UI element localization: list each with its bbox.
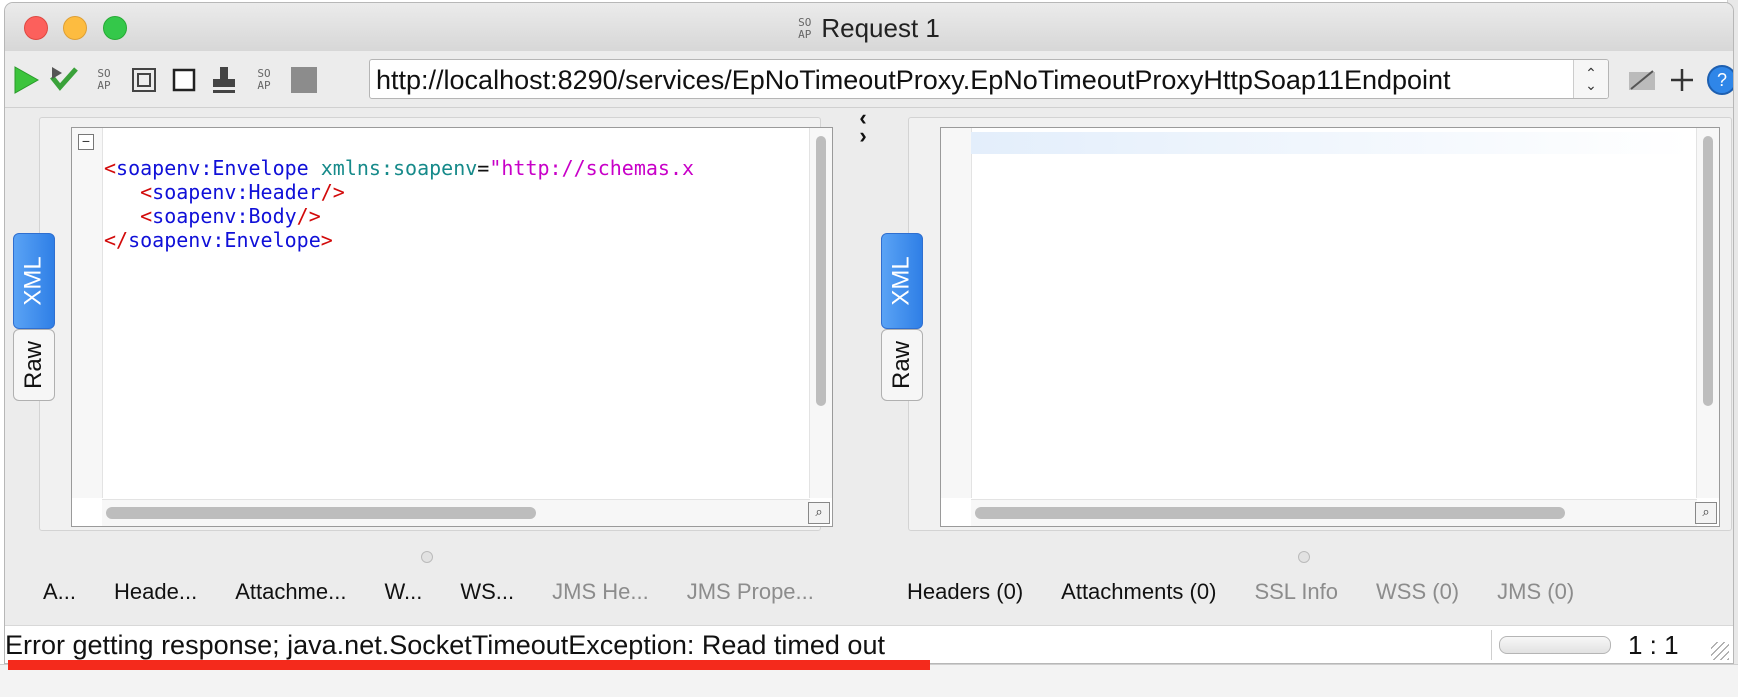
progress-bar — [1499, 636, 1611, 654]
soap-icon[interactable]: SO AP — [87, 63, 121, 97]
tab-ws-rm[interactable]: WS... — [460, 579, 514, 605]
status-bar: Error getting response; java.net.SocketT… — [5, 625, 1733, 663]
code-line: <soapenv:Envelope xmlns:soapenv="http://… — [104, 156, 695, 180]
stop-square-icon[interactable] — [167, 63, 201, 97]
response-bottom-tabs: Headers (0) Attachments (0) SSL Info WSS… — [907, 571, 1612, 613]
code-line: </soapenv:Envelope> — [104, 228, 333, 252]
title-group: SO AP Request 1 — [5, 13, 1733, 44]
title-bar[interactable]: SO AP Request 1 — [5, 3, 1733, 52]
status-message: Error getting response; java.net.SocketT… — [5, 630, 885, 660]
svg-text:?: ? — [1717, 70, 1727, 90]
request-raw-tab[interactable]: Raw — [13, 329, 55, 401]
vertical-scrollbar[interactable] — [809, 128, 832, 498]
tab-response-attachments[interactable]: Attachments (0) — [1061, 579, 1216, 605]
tab-jms[interactable]: JMS (0) — [1497, 579, 1574, 605]
horizontal-scrollbar[interactable] — [971, 499, 1697, 526]
stamp-icon[interactable] — [207, 63, 241, 97]
tab-auth[interactable]: A... — [43, 579, 76, 605]
endpoint-url: http://localhost:8290/services/EpNoTimeo… — [376, 65, 1451, 95]
code-line: <soapenv:Header/> — [140, 180, 345, 204]
horizontal-scrollbar[interactable] — [102, 499, 810, 526]
tab-wss[interactable]: WSS (0) — [1376, 579, 1459, 605]
help-icon[interactable]: ? — [1705, 63, 1733, 97]
request-view-tabs: XML Raw — [13, 233, 55, 423]
run-all-icon[interactable] — [47, 63, 81, 97]
play-icon[interactable] — [9, 63, 43, 97]
move-icon[interactable] — [1625, 63, 1659, 97]
vertical-scrollbar[interactable] — [1696, 128, 1719, 498]
request-xml-tab[interactable]: XML — [13, 233, 55, 329]
tab-ssl-info[interactable]: SSL Info — [1254, 579, 1338, 605]
cursor-position: 1 : 1 — [1628, 630, 1679, 660]
editor-gutter: − — [72, 128, 103, 498]
tab-jms-headers[interactable]: JMS He... — [552, 579, 649, 605]
tab-attachments[interactable]: Attachme... — [235, 579, 346, 605]
scroll-thumb[interactable] — [106, 507, 536, 519]
endpoint-select[interactable]: http://localhost:8290/services/EpNoTimeo… — [369, 59, 1609, 99]
response-resize-handle[interactable] — [1298, 551, 1310, 563]
editor-gutter — [941, 128, 972, 498]
scroll-thumb[interactable] — [1703, 136, 1713, 406]
chevron-updown-icon[interactable]: ⌃ ⌄ — [1573, 60, 1608, 98]
current-line-highlight — [971, 132, 1691, 154]
window-title: Request 1 — [821, 13, 940, 43]
tab-response-headers[interactable]: Headers (0) — [907, 579, 1023, 605]
soapui-icon: SO AP — [798, 15, 812, 41]
soap-icon[interactable]: SO AP — [247, 63, 281, 97]
tab-ws-addressing[interactable]: W... — [384, 579, 422, 605]
scroll-thumb[interactable] — [975, 507, 1565, 519]
zoom-icon[interactable]: ⌕ — [1695, 502, 1717, 524]
panel-splitter-arrows[interactable]: ‹ › — [853, 107, 873, 149]
error-underline-annotation — [8, 660, 930, 670]
scroll-thumb[interactable] — [816, 136, 826, 406]
resize-grip-icon[interactable] — [1711, 642, 1729, 660]
request-xml-editor[interactable]: − <soapenv:Envelope xmlns:soapenv="http:… — [71, 127, 833, 527]
zoom-icon[interactable]: ⌕ — [808, 502, 830, 524]
code-line: <soapenv:Body/> — [140, 204, 321, 228]
request-code[interactable]: <soapenv:Envelope xmlns:soapenv="http://… — [104, 132, 694, 252]
tab-jms-properties[interactable]: JMS Prope... — [687, 579, 814, 605]
add-icon[interactable] — [1665, 63, 1699, 97]
response-xml-editor[interactable]: ⌕ — [940, 127, 1720, 527]
request-window: SO AP Request 1 SO AP SO AP http://localhost… — [5, 3, 1733, 663]
collapse-icon[interactable]: − — [78, 134, 94, 150]
tab-headers[interactable]: Heade... — [114, 579, 197, 605]
response-view-tabs: XML Raw — [881, 233, 923, 423]
request-bottom-tabs: A... Heade... Attachme... W... WS... JMS… — [43, 571, 852, 613]
response-xml-tab[interactable]: XML — [881, 233, 923, 329]
toolbar: SO AP SO AP http://localhost:8290/services… — [5, 51, 1733, 108]
request-resize-handle[interactable] — [421, 551, 433, 563]
clone-icon[interactable] — [127, 63, 161, 97]
stop-icon[interactable] — [287, 63, 321, 97]
response-raw-tab[interactable]: Raw — [881, 329, 923, 401]
status-divider — [1491, 630, 1492, 660]
